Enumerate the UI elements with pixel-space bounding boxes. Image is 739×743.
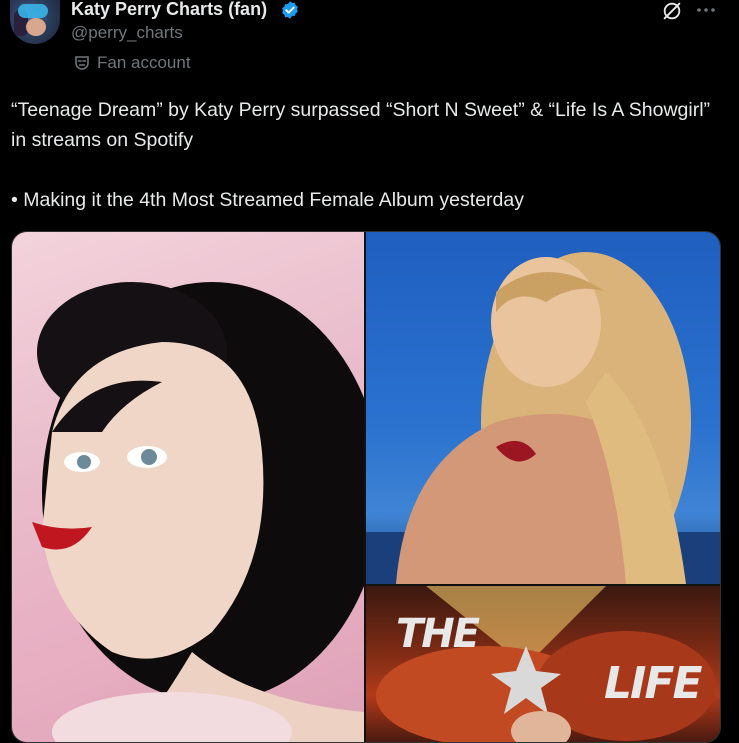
sabrina-photo[interactable] <box>366 232 720 584</box>
tweet-header: Katy Perry Charts (fan) @perry_charts Fa… <box>0 0 739 80</box>
katy-perry-photo[interactable] <box>12 232 364 742</box>
author-name[interactable]: Katy Perry Charts (fan) <box>71 0 267 20</box>
media-grid[interactable]: THE LIFE <box>11 231 721 743</box>
avatar-face <box>26 18 46 36</box>
life-is-a-showgirl-photo[interactable]: THE LIFE <box>366 586 720 742</box>
mask-icon <box>75 56 89 70</box>
fan-account-text: Fan account <box>97 53 191 72</box>
tweet-text: “Teenage Dream” by Katy Perry surpassed … <box>11 95 726 215</box>
avatar-hat <box>18 4 48 18</box>
avatar[interactable] <box>10 0 60 44</box>
grok-icon[interactable] <box>661 0 683 22</box>
author-handle[interactable]: @perry_charts <box>71 23 183 43</box>
tweet-spacer <box>11 155 726 185</box>
tweet-line-1: “Teenage Dream” by Katy Perry surpassed … <box>11 99 711 151</box>
tweet-line-2: • Making it the 4th Most Streamed Female… <box>11 189 524 211</box>
katy-perry-illustration <box>32 282 364 742</box>
album-title-word-1: THE <box>396 611 480 657</box>
more-icon[interactable] <box>696 6 716 14</box>
verified-badge-icon <box>282 1 298 19</box>
sabrina-illustration <box>366 252 720 584</box>
album-title-word-2: LIFE <box>604 658 703 709</box>
